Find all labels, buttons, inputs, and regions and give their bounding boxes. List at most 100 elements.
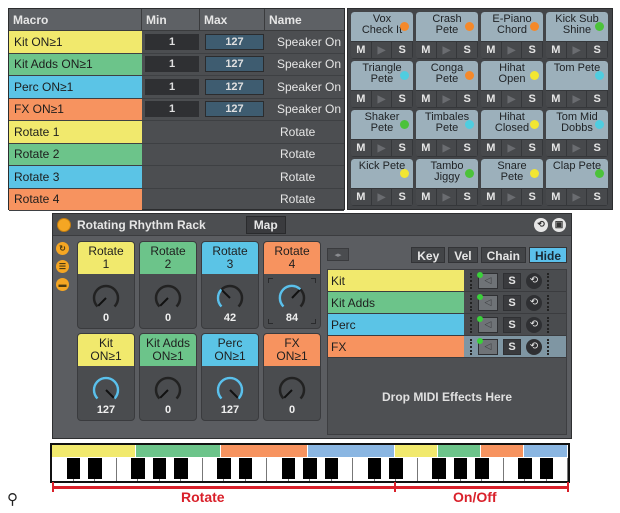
pad-label-area[interactable]: Clap Pete (546, 159, 608, 188)
map-button[interactable]: Map (245, 215, 286, 234)
tab-hide[interactable]: Hide (528, 246, 567, 263)
macro-name-cell[interactable]: Rotate 3 (9, 166, 142, 188)
black-key[interactable] (174, 458, 188, 479)
drum-pad[interactable]: Tom Pete M ▶ S (546, 61, 608, 108)
chain-grip[interactable] (470, 294, 473, 311)
devices-toggle-icon[interactable]: ▬ (56, 278, 69, 291)
pad-solo-button[interactable]: S (522, 189, 543, 205)
macro-knob-control[interactable]: Kit ON≥1 127 (77, 333, 135, 421)
pad-mute-button[interactable]: M (481, 91, 501, 107)
knob-dial[interactable] (275, 282, 309, 312)
macro-knob-control[interactable]: Kit Adds ON≥1 0 (139, 333, 197, 421)
pad-label-area[interactable]: Tom Mid Dobbs (546, 110, 608, 139)
pad-mute-button[interactable]: M (416, 140, 436, 156)
hot-swap-icon[interactable]: ⟲ (534, 217, 548, 232)
pad-solo-button[interactable]: S (587, 140, 608, 156)
chain-activator-speaker-icon[interactable]: ◁ (477, 337, 498, 355)
chain-hot-swap-icon[interactable]: ⟲ (526, 294, 542, 311)
pad-play-button[interactable]: ▶ (436, 140, 457, 156)
chain-grip-right[interactable] (547, 316, 550, 333)
pad-mute-button[interactable]: M (416, 189, 436, 205)
pad-play-button[interactable]: ▶ (436, 189, 457, 205)
pad-solo-button[interactable]: S (522, 140, 543, 156)
pad-label-area[interactable]: Hihat Open (481, 61, 543, 90)
chain-grip-right[interactable] (547, 294, 550, 311)
black-key[interactable] (453, 458, 468, 479)
chain-grip-right[interactable] (547, 272, 550, 289)
pad-label-area[interactable]: Tom Pete (546, 61, 608, 90)
macro-knob-control[interactable]: FX ON≥1 0 (263, 333, 321, 421)
save-preset-icon[interactable]: ▣ (552, 217, 566, 232)
pad-label-area[interactable]: Conga Pete (416, 61, 478, 90)
drum-pad[interactable]: E-Piano Chord M ▶ S (481, 12, 543, 59)
chain-row[interactable]: Kit ◁ S ⟲ (328, 270, 566, 292)
randomize-macros-icon[interactable]: ↻ (56, 242, 69, 255)
device-power-button[interactable] (57, 217, 71, 232)
black-key[interactable] (324, 458, 339, 479)
pad-solo-button[interactable]: S (587, 189, 608, 205)
pad-play-button[interactable]: ▶ (566, 91, 587, 107)
drum-pad[interactable]: Shaker Pete M ▶ S (351, 110, 413, 157)
max-value-field[interactable]: 127 (205, 78, 264, 95)
chain-hot-swap-icon[interactable]: ⟲ (526, 316, 542, 333)
pad-mute-button[interactable]: M (546, 189, 566, 205)
macro-table-row[interactable]: Kit Adds ON≥1 1 127 Speaker On (9, 53, 344, 76)
magnifier-icon[interactable]: ⚲ (7, 490, 18, 508)
drum-pad[interactable]: Vox Check It M ▶ S (351, 12, 413, 59)
pad-label-area[interactable]: Triangle Pete (351, 61, 413, 90)
pad-mute-button[interactable]: M (351, 140, 371, 156)
tab-chain[interactable]: Chain (480, 246, 526, 263)
pad-play-button[interactable]: ▶ (371, 140, 392, 156)
chain-grip[interactable] (470, 338, 473, 355)
max-value-field[interactable]: 127 (205, 101, 264, 118)
knob-dial[interactable] (151, 374, 185, 404)
macro-name-cell[interactable]: Perc ON≥1 (9, 76, 142, 98)
min-value-field[interactable]: 1 (145, 78, 199, 95)
pad-play-button[interactable]: ▶ (501, 189, 522, 205)
chain-name[interactable]: Kit Adds (328, 292, 464, 313)
pad-solo-button[interactable]: S (457, 91, 478, 107)
chain-activator-speaker-icon[interactable]: ◁ (477, 271, 498, 289)
black-key[interactable] (475, 458, 489, 479)
pad-play-button[interactable]: ▶ (371, 189, 392, 205)
chain-solo-button[interactable]: S (503, 294, 521, 311)
drum-pad[interactable]: Triangle Pete M ▶ S (351, 61, 413, 108)
pad-solo-button[interactable]: S (392, 91, 413, 107)
pad-solo-button[interactable]: S (587, 42, 608, 58)
drum-pad[interactable]: Clap Pete M ▶ S (546, 159, 608, 206)
black-key[interactable] (238, 458, 253, 479)
black-key[interactable] (389, 458, 403, 479)
chain-grip-right[interactable] (547, 338, 550, 355)
pad-mute-button[interactable]: M (546, 42, 566, 58)
pad-play-button[interactable]: ▶ (501, 42, 522, 58)
pad-mute-button[interactable]: M (546, 140, 566, 156)
chain-grip[interactable] (470, 316, 473, 333)
macro-knob-control[interactable]: Rotate 4 84 (263, 241, 321, 329)
pad-mute-button[interactable]: M (481, 140, 501, 156)
black-key[interactable] (131, 458, 145, 479)
macro-name-cell[interactable]: FX ON≥1 (9, 98, 142, 120)
black-key[interactable] (66, 458, 81, 479)
chain-grip[interactable] (470, 272, 473, 289)
pad-solo-button[interactable]: S (522, 42, 543, 58)
macro-knob-control[interactable]: Rotate 2 0 (139, 241, 197, 329)
drum-pad[interactable]: Hihat Closed M ▶ S (481, 110, 543, 157)
chain-name[interactable]: Perc (328, 314, 464, 335)
pad-label-area[interactable]: Tambo Jiggy (416, 159, 478, 188)
pad-mute-button[interactable]: M (481, 42, 501, 58)
min-value-field[interactable]: 1 (145, 56, 199, 73)
pad-solo-button[interactable]: S (392, 140, 413, 156)
pad-solo-button[interactable]: S (457, 140, 478, 156)
chain-row[interactable]: Perc ◁ S ⟲ (328, 314, 566, 336)
pad-solo-button[interactable]: S (522, 91, 543, 107)
pad-play-button[interactable]: ▶ (566, 189, 587, 205)
black-key[interactable] (88, 458, 102, 479)
pad-mute-button[interactable]: M (416, 91, 436, 107)
pad-solo-button[interactable]: S (457, 42, 478, 58)
pad-play-button[interactable]: ▶ (566, 42, 587, 58)
pad-label-area[interactable]: Shaker Pete (351, 110, 413, 139)
knob-dial[interactable] (89, 282, 123, 312)
pad-play-button[interactable]: ▶ (566, 140, 587, 156)
black-key[interactable] (539, 458, 554, 479)
macro-knob-control[interactable]: Rotate 1 0 (77, 241, 135, 329)
